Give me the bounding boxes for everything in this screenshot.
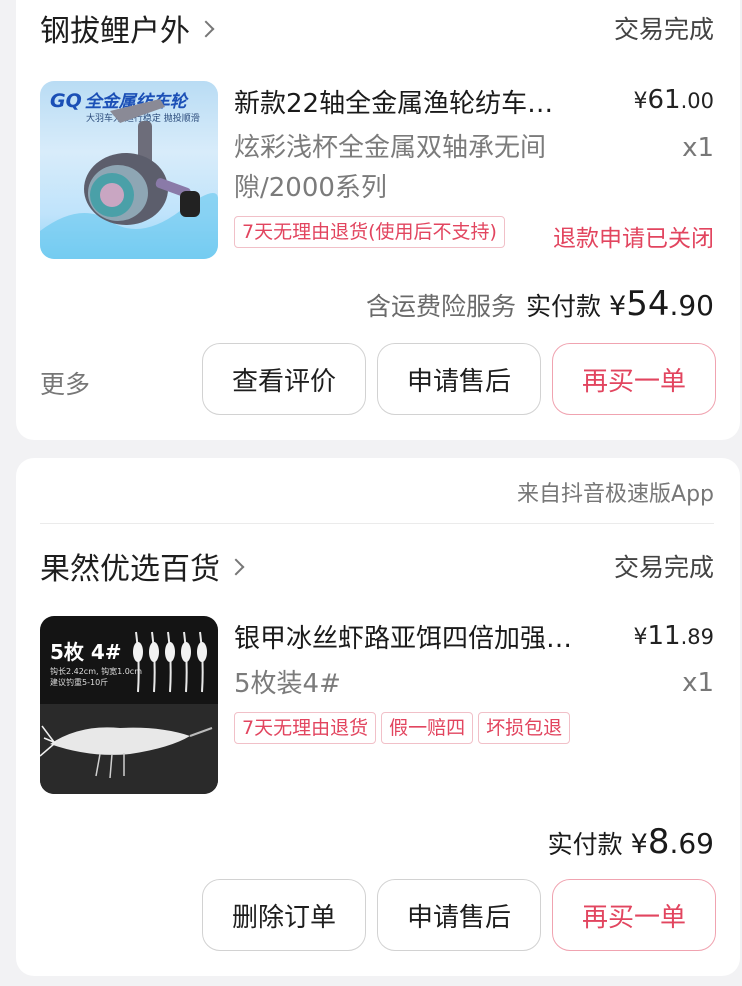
product-quantity: x1 xyxy=(682,133,714,163)
product-image[interactable]: GQ 全金属纺车轮 大羽车力 运行稳定 抛投顺滑 xyxy=(40,81,218,259)
product-price: ¥11.89 xyxy=(633,621,715,651)
shop-header: 果然优选百货 交易完成 xyxy=(40,544,714,588)
shrimp-lure-icon xyxy=(40,631,218,794)
shop-header: 钢拔鲤户外 交易完成 xyxy=(40,6,714,50)
product-title[interactable]: 银甲冰丝虾路亚饵四倍加强… xyxy=(234,618,572,655)
product-image[interactable]: 5枚 4# 钩长2.42cm, 钩宽1.0cm 建议钓重5-10斤 xyxy=(40,616,218,794)
service-tag: 坏损包退 xyxy=(478,712,571,744)
service-tag: 7天无理由退货(使用后不支持) xyxy=(234,216,505,248)
buy-again-button[interactable]: 再买一单 xyxy=(552,343,716,415)
service-tags: 7天无理由退货(使用后不支持) xyxy=(234,216,505,248)
paid-amount: ¥54.90 xyxy=(609,284,714,324)
order-card[interactable]: 钢拔鲤户外 交易完成 GQ 全金属纺车轮 大羽车力 运行稳定 抛投顺滑 新款22轴… xyxy=(16,0,740,440)
shop-name-link[interactable]: 钢拔鲤户外 xyxy=(40,6,215,50)
product-title[interactable]: 新款22轴全金属渔轮纺车… xyxy=(234,83,553,120)
product-spec: 炫彩浅杯全金属双轴承无间隙/2000系列 xyxy=(234,133,547,203)
fishing-reel-icon xyxy=(40,99,218,259)
shop-name: 钢拔鲤户外 xyxy=(40,14,190,49)
paid-label: 实付款 xyxy=(526,292,602,321)
paid-amount: ¥8.69 xyxy=(630,822,714,862)
payment-summary: 含运费险服务 实付款 ¥54.90 xyxy=(366,284,714,324)
divider xyxy=(40,523,714,524)
order-source: 来自抖音极速版App xyxy=(517,482,714,507)
after-sales-button[interactable]: 申请售后 xyxy=(377,879,541,951)
service-tags: 7天无理由退货 假一赔四 坏损包退 xyxy=(234,712,571,744)
delete-order-button[interactable]: 删除订单 xyxy=(202,879,366,951)
product-quantity: x1 xyxy=(682,668,714,698)
paid-label: 实付款 xyxy=(547,830,623,859)
shop-name: 果然优选百货 xyxy=(40,552,220,587)
service-tag: 假一赔四 xyxy=(381,712,474,744)
order-card[interactable]: 来自抖音极速版App 果然优选百货 交易完成 5枚 4# 钩长2.42cm, 钩… xyxy=(16,458,740,976)
service-tag: 7天无理由退货 xyxy=(234,712,377,744)
order-status: 交易完成 xyxy=(613,15,714,44)
refund-status: 退款申请已关闭 xyxy=(553,226,714,252)
after-sales-button[interactable]: 申请售后 xyxy=(377,343,541,415)
order-status: 交易完成 xyxy=(613,553,714,582)
chevron-right-icon xyxy=(227,558,245,576)
shop-name-link[interactable]: 果然优选百货 xyxy=(40,544,245,588)
buy-again-button[interactable]: 再买一单 xyxy=(552,879,716,951)
product-price: ¥61.00 xyxy=(633,85,715,115)
more-link[interactable]: 更多 xyxy=(40,365,90,401)
insurance-note: 含运费险服务 xyxy=(365,292,516,321)
product-spec: 5枚装4# xyxy=(234,669,341,699)
chevron-right-icon xyxy=(197,20,215,38)
payment-summary: 实付款 ¥8.69 xyxy=(548,822,714,862)
view-review-button[interactable]: 查看评价 xyxy=(202,343,366,415)
